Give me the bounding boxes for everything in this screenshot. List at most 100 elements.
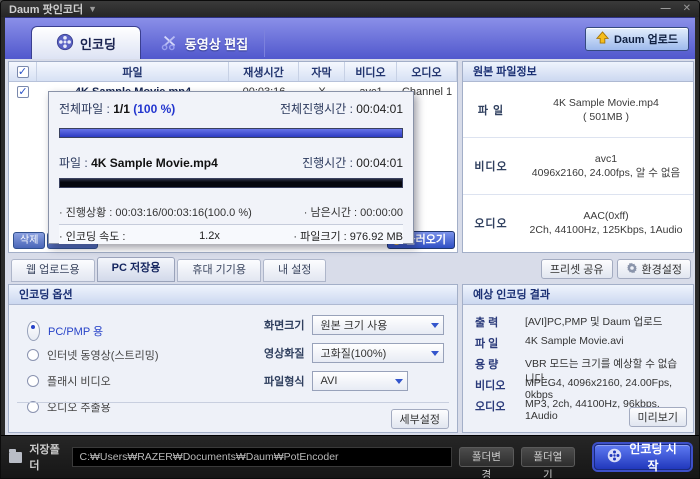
- encoding-speed-text: · 인코딩 속도 :: [59, 230, 126, 243]
- result-file-label: 파 일: [475, 338, 499, 350]
- start-encoding-button[interactable]: 인코딩 시작: [594, 442, 692, 473]
- daum-upload-label: Daum 업로드: [614, 34, 678, 46]
- tab-my-settings[interactable]: 내 설정: [263, 259, 327, 282]
- tab-web-upload[interactable]: 웹 업로드용: [11, 259, 95, 282]
- source-video-value: avc1 4096x2160, 24.00fps, 알 수 없음: [531, 153, 681, 179]
- file-list-header: ✓ 파일 재생시간 자막 비디오 오디오: [9, 62, 457, 82]
- source-file-value: 4K Sample Movie.mp4 ( 501MB ): [553, 96, 659, 123]
- window-title: Daum 팟인코더: [9, 4, 84, 16]
- total-time-text: 전체진행시간 : 00:04:01: [280, 102, 403, 116]
- row-checkbox[interactable]: ✓: [17, 86, 29, 98]
- format-select[interactable]: AVI: [312, 371, 409, 391]
- chevron-down-icon: [395, 378, 404, 384]
- column-audio[interactable]: 오디오: [397, 62, 457, 81]
- elapsed-time-value: 00:04:01: [356, 156, 403, 170]
- divider: [17, 402, 449, 403]
- tab-mobile-device[interactable]: 휴대 기기용: [177, 259, 262, 282]
- expected-result-panel: 예상 인코딩 결과 출 력 [AVI]PC,PMP 및 Daum 업로드 파 일…: [462, 284, 694, 433]
- chevron-down-icon: [431, 322, 440, 328]
- progress-status-text: · 진행상황 : 00:03:16/00:03:16(100.0 %): [59, 207, 252, 219]
- total-files-value: 1/1: [113, 102, 130, 116]
- radio-icon: [27, 321, 40, 341]
- save-folder-path[interactable]: C:₩Users₩RAZER₩Documents₩Daum₩PotEncoder: [72, 447, 453, 467]
- tab-pc-save[interactable]: PC 저장용: [96, 257, 176, 282]
- output-label: 출 력: [475, 317, 499, 329]
- source-audio-row: 오디오 AAC(0xff) 2Ch, 44100Hz, 125Kbps, 1Au…: [463, 195, 693, 251]
- preset-share-button[interactable]: 프리셋 공유: [540, 259, 613, 279]
- radio-internet-streaming[interactable]: 인터넷 동영상(스트리밍): [27, 347, 159, 363]
- current-file-text: 파일 : 4K Sample Movie.mp4: [59, 156, 218, 170]
- remaining-time-text: · 남은시간 : 00:00:00: [303, 207, 403, 219]
- total-progress-fill: [60, 129, 402, 137]
- source-video-row: 비디오 avc1 4096x2160, 24.00fps, 알 수 없음: [463, 138, 693, 195]
- radio-icon: [27, 375, 39, 387]
- column-file[interactable]: 파일: [37, 62, 229, 81]
- result-file-value: 4K Sample Movie.avi: [525, 335, 624, 347]
- preview-button[interactable]: 미리보기: [628, 407, 687, 427]
- total-progress-bar: [59, 128, 403, 138]
- radio-pc-pmp[interactable]: PC/PMP 용: [27, 321, 103, 341]
- tab-video-edit[interactable]: 동영상 편집: [145, 29, 265, 57]
- file-size-text: · 파일크기 : 976.92 MB: [293, 230, 403, 243]
- file-size-value: 976.92 MB: [349, 230, 403, 243]
- settings-button[interactable]: 환경설정: [616, 259, 691, 279]
- app-window: Daum 팟인코더 ▼ — ✕ 인코딩 동영상 편집 Daum 업로드 ✓ 파일…: [0, 0, 700, 479]
- content-area: ✓ 파일 재생시간 자막 비디오 오디오 ✓ 4K Sample Movie.m…: [5, 59, 695, 437]
- encoding-options-panel: 인코딩 옵션 PC/PMP 용 인터넷 동영상(스트리밍) 플래시 비디오 오디…: [8, 284, 458, 433]
- current-file-value: 4K Sample Movie.mp4: [91, 156, 218, 170]
- total-files-text: 전체파일 : 1/1 (100 %): [59, 102, 176, 116]
- quality-label: 영상화질: [264, 348, 305, 360]
- source-info-title: 원본 파일정보: [463, 62, 693, 82]
- remaining-time-value: 00:00:00: [360, 207, 403, 219]
- source-file-row: 파 일 4K Sample Movie.mp4 ( 501MB ): [463, 82, 693, 138]
- tab-encoding-label: 인코딩: [80, 36, 116, 52]
- column-duration[interactable]: 재생시간: [229, 62, 299, 81]
- column-video[interactable]: 비디오: [345, 62, 397, 81]
- tab-encoding[interactable]: 인코딩: [31, 26, 141, 59]
- expected-result-title: 예상 인코딩 결과: [463, 285, 693, 305]
- encoding-speed-value: 1.2x: [199, 229, 220, 242]
- file-progress-fill: [60, 179, 402, 187]
- titlebar: Daum 팟인코더 ▼ — ✕: [1, 1, 699, 17]
- minimize-button[interactable]: —: [661, 2, 671, 16]
- save-folder-label: 저장폴더: [29, 444, 60, 472]
- quality-select[interactable]: 고화질(100%): [312, 343, 445, 363]
- file-progress-bar: [59, 178, 403, 188]
- total-percent: (100 %): [133, 102, 176, 116]
- film-reel-icon: [607, 448, 622, 466]
- close-button[interactable]: ✕: [683, 2, 691, 16]
- preset-tab-strip: 웹 업로드용 PC 저장용 휴대 기기용 내 설정: [11, 257, 327, 282]
- screen-size-select[interactable]: 원본 크기 사용: [312, 315, 445, 335]
- source-file-label: 파 일: [477, 104, 505, 117]
- source-video-label: 비디오: [474, 161, 508, 173]
- delete-button[interactable]: 삭제: [13, 232, 46, 249]
- total-time-value: 00:04:01: [356, 102, 403, 116]
- film-reel-icon: [56, 33, 74, 54]
- select-all-checkbox[interactable]: ✓: [16, 65, 29, 78]
- radio-flash-video[interactable]: 플래시 비디오: [27, 373, 111, 389]
- encoding-options-title: 인코딩 옵션: [9, 285, 457, 305]
- title-menu-caret-icon[interactable]: ▼: [88, 4, 97, 14]
- output-value: [AVI]PC,PMP 및 Daum 업로드: [525, 316, 663, 328]
- main-header: 인코딩 동영상 편집 Daum 업로드: [5, 17, 695, 59]
- scissors-film-icon: [161, 33, 179, 54]
- bottom-bar: 저장폴더 C:₩Users₩RAZER₩Documents₩Daum₩PotEn…: [1, 435, 699, 478]
- daum-upload-button[interactable]: Daum 업로드: [585, 27, 689, 51]
- radio-icon: [27, 349, 39, 361]
- screen-size-label: 화면크기: [264, 320, 305, 332]
- gear-icon: [626, 262, 638, 277]
- column-subtitle[interactable]: 자막: [299, 62, 345, 81]
- format-label: 파일형식: [264, 376, 305, 388]
- tab-video-edit-label: 동영상 편집: [184, 36, 249, 52]
- change-folder-button[interactable]: 폴더변경: [459, 447, 514, 478]
- detail-settings-button[interactable]: 세부설정: [390, 409, 449, 429]
- open-folder-button[interactable]: 폴더열기: [520, 447, 576, 478]
- source-info-panel: 원본 파일정보 파 일 4K Sample Movie.mp4 ( 501MB …: [462, 61, 694, 253]
- result-audio-label: 오디오: [475, 401, 506, 413]
- progress-status-value: 00:03:16/00:03:16(100.0 %): [115, 207, 252, 219]
- encoding-progress-dialog: 전체파일 : 1/1 (100 %) 전체진행시간 : 00:04:01 파일 …: [48, 91, 414, 244]
- folder-icon: [9, 448, 23, 463]
- source-audio-label: 오디오: [474, 218, 508, 230]
- upload-arrow-icon: [595, 31, 610, 47]
- elapsed-time-text: 진행시간 : 00:04:01: [302, 156, 403, 170]
